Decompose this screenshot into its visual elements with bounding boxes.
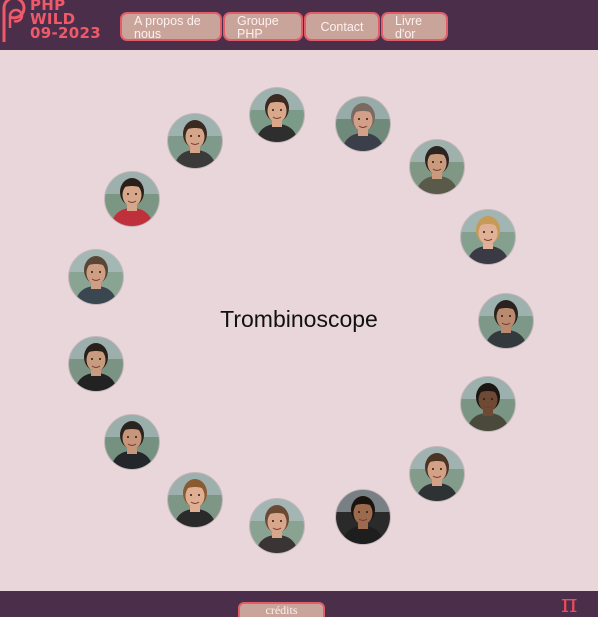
avatar-portrait-icon (250, 88, 304, 142)
avatar-portrait-icon (410, 140, 464, 194)
avatar-portrait-icon (461, 210, 515, 264)
member-avatar[interactable] (69, 337, 123, 391)
logo-line-date: 09-2023 (30, 24, 101, 42)
php-wild-logo-icon (2, 0, 26, 42)
member-avatar[interactable] (410, 447, 464, 501)
member-avatar[interactable] (250, 499, 304, 553)
nav-about-button[interactable]: A propos de nous (120, 12, 222, 41)
page-title: Trombinoscope (220, 306, 378, 332)
credits-button[interactable]: crédits (238, 602, 325, 617)
member-avatar[interactable] (69, 250, 123, 304)
avatar-portrait-icon (168, 473, 222, 527)
member-avatar[interactable] (105, 172, 159, 226)
member-avatar[interactable] (336, 490, 390, 544)
nav-guestbook-button[interactable]: Livre d'or (381, 12, 448, 41)
site-logo[interactable]: PHP WILD 09-2023 (0, 0, 110, 46)
member-avatar[interactable] (168, 114, 222, 168)
avatar-portrait-icon (168, 114, 222, 168)
member-avatar[interactable] (410, 140, 464, 194)
member-avatar[interactable] (461, 377, 515, 431)
pi-icon[interactable]: π (561, 591, 591, 617)
member-avatar[interactable] (105, 415, 159, 469)
avatar-portrait-icon (69, 250, 123, 304)
avatar-portrait-icon (105, 415, 159, 469)
avatar-portrait-icon (336, 490, 390, 544)
avatar-portrait-icon (336, 97, 390, 151)
logo-text: PHP WILD 09-2023 (30, 0, 101, 42)
member-avatar[interactable] (336, 97, 390, 151)
avatar-portrait-icon (69, 337, 123, 391)
member-avatar[interactable] (461, 210, 515, 264)
member-avatar[interactable] (250, 88, 304, 142)
avatar-portrait-icon (461, 377, 515, 431)
footer-bar: crédits (0, 591, 598, 617)
nav-group-php-button[interactable]: Groupe PHP (223, 12, 303, 41)
avatar-portrait-icon (250, 499, 304, 553)
avatar-portrait-icon (105, 172, 159, 226)
nav-contact-button[interactable]: Contact (304, 12, 380, 41)
avatar-portrait-icon (410, 447, 464, 501)
top-navbar: PHP WILD 09-2023 A propos de nous Groupe… (0, 0, 598, 50)
member-avatar[interactable] (168, 473, 222, 527)
